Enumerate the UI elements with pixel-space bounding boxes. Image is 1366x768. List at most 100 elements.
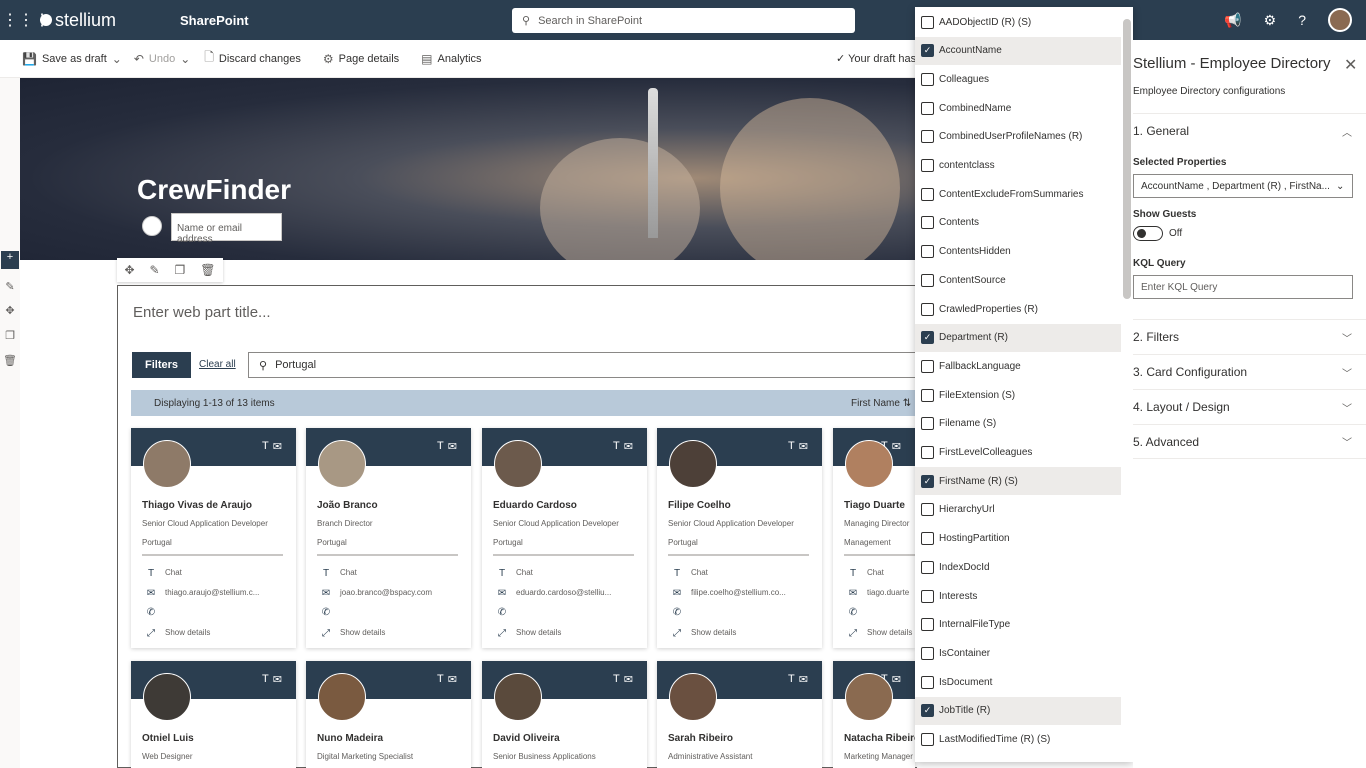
app-launcher-icon[interactable]: ⋮⋮⋮ bbox=[2, 10, 50, 30]
property-option[interactable]: FileExtension (S) bbox=[915, 381, 1121, 409]
employee-card[interactable]: T ✉ Eduardo Cardoso Senior Cloud Applicatio… bbox=[482, 428, 647, 648]
sharepoint-search-box[interactable]: ⚲ Search in SharePoint bbox=[512, 8, 855, 33]
directory-search-input[interactable]: ⚲ Portugal bbox=[248, 352, 918, 378]
phone-link[interactable]: ✆ bbox=[671, 607, 817, 618]
checkbox[interactable] bbox=[921, 560, 934, 574]
teams-icon[interactable]: T bbox=[613, 440, 620, 453]
teams-icon[interactable]: T bbox=[788, 440, 795, 453]
mail-icon[interactable]: ✉ bbox=[448, 673, 457, 686]
section-advanced[interactable]: 5. Advanced ﹀ bbox=[1133, 424, 1366, 459]
property-option[interactable]: IsDocument bbox=[915, 668, 1121, 696]
show-details-link[interactable]: ⤢ Show details bbox=[496, 628, 642, 639]
property-option[interactable]: ContentsHidden bbox=[915, 238, 1121, 266]
checkbox[interactable] bbox=[921, 187, 934, 201]
employee-name[interactable]: João Branco bbox=[317, 500, 378, 511]
property-option[interactable]: CombinedName bbox=[915, 94, 1121, 122]
mail-icon[interactable]: ✉ bbox=[448, 440, 457, 453]
checkbox[interactable] bbox=[921, 216, 934, 230]
delete-icon[interactable]: 🗑 bbox=[200, 263, 215, 277]
property-option[interactable]: ✓ FirstName (R) (S) bbox=[915, 467, 1121, 496]
email-link[interactable]: ✉ filipe.coelho@stellium.co... bbox=[671, 588, 817, 599]
mail-icon[interactable]: ✉ bbox=[892, 440, 901, 453]
app-name[interactable]: SharePoint bbox=[180, 13, 249, 28]
mail-icon[interactable]: ✉ bbox=[624, 673, 633, 686]
teams-icon[interactable]: T bbox=[613, 673, 620, 686]
show-guests-toggle[interactable] bbox=[1133, 226, 1163, 241]
chat-link[interactable]: T Chat bbox=[145, 568, 291, 579]
property-option[interactable]: FirstLevelColleagues bbox=[915, 439, 1121, 467]
author-name-input[interactable]: Name or email address bbox=[171, 213, 282, 245]
chat-link[interactable]: T Chat bbox=[671, 568, 817, 579]
delete-section-icon[interactable]: 🗑 bbox=[1, 354, 19, 372]
checkbox[interactable] bbox=[921, 503, 934, 517]
show-details-link[interactable]: ⤢ Show details bbox=[320, 628, 466, 639]
teams-icon[interactable]: T bbox=[788, 673, 795, 686]
employee-card[interactable]: T✉Tiago DuarteManaging DirectorManagemen… bbox=[833, 428, 985, 648]
add-section-icon[interactable]: + bbox=[1, 251, 19, 269]
property-option[interactable]: ✓ Department (R) bbox=[915, 323, 1121, 352]
property-option[interactable]: CrawledProperties (R) bbox=[915, 295, 1121, 323]
settings-gear-icon[interactable]: ⚙ bbox=[1264, 12, 1277, 29]
user-avatar[interactable] bbox=[1328, 8, 1352, 32]
undo-button[interactable]: ↶ Undo ⌄ bbox=[134, 52, 190, 66]
save-as-draft-button[interactable]: 💾 Save as draft ⌄ bbox=[22, 52, 122, 66]
employee-name[interactable]: Sarah Ribeiro bbox=[668, 733, 733, 744]
checkbox[interactable] bbox=[921, 15, 934, 29]
duplicate-icon[interactable]: ❐ bbox=[175, 263, 186, 277]
section-card-configuration[interactable]: 3. Card Configuration ﹀ bbox=[1133, 354, 1366, 389]
help-icon[interactable]: ? bbox=[1298, 12, 1306, 28]
mail-icon[interactable]: ✉ bbox=[624, 440, 633, 453]
property-option[interactable]: AADObjectID (R) (S) bbox=[915, 8, 1121, 36]
property-option[interactable]: contentclass bbox=[915, 152, 1121, 180]
checkbox[interactable]: ✓ bbox=[921, 331, 934, 345]
property-option[interactable]: HostingPartition bbox=[915, 525, 1121, 553]
property-option[interactable]: IsContainer bbox=[915, 639, 1121, 667]
analytics-button[interactable]: ▤ Analytics bbox=[421, 52, 481, 66]
checkbox[interactable]: ✓ bbox=[921, 44, 934, 58]
teams-icon[interactable]: T bbox=[437, 440, 444, 453]
employee-name[interactable]: Otniel Luis bbox=[142, 733, 194, 744]
filters-button[interactable]: Filters bbox=[132, 352, 191, 378]
employee-card[interactable]: T ✉ David Oliveira Senior Business Applicat… bbox=[482, 661, 647, 768]
clear-all-link[interactable]: Clear all bbox=[199, 359, 236, 370]
close-icon[interactable]: ✕ bbox=[1344, 55, 1357, 75]
checkbox[interactable] bbox=[921, 733, 934, 746]
checkbox[interactable] bbox=[921, 302, 934, 316]
edit-section-icon[interactable]: ✎ bbox=[1, 280, 19, 298]
property-option[interactable]: ✓ JobTitle (R) bbox=[915, 696, 1121, 725]
employee-card[interactable]: T ✉ Nuno Madeira Digital Marketing Speciali… bbox=[306, 661, 471, 768]
employee-name[interactable]: David Oliveira bbox=[493, 733, 560, 744]
employee-card[interactable]: T ✉ Sarah Ribeiro Administrative Assistant bbox=[657, 661, 822, 768]
checkbox[interactable] bbox=[921, 675, 934, 689]
checkbox[interactable] bbox=[921, 618, 934, 632]
property-option[interactable]: InternalFileType bbox=[915, 611, 1121, 639]
employee-card[interactable]: T ✉ Filipe Coelho Senior Cloud Application … bbox=[657, 428, 822, 648]
checkbox[interactable] bbox=[921, 589, 934, 603]
teams-icon[interactable]: T bbox=[437, 673, 444, 686]
selected-properties-dropdown[interactable]: AccountName , Department (R) , FirstNa..… bbox=[1133, 174, 1353, 198]
email-link[interactable]: ✉ thiago.araujo@stellium.c... bbox=[145, 588, 291, 599]
checkbox[interactable] bbox=[921, 273, 934, 287]
kql-query-input[interactable]: Enter KQL Query bbox=[1133, 275, 1353, 299]
show-details-link[interactable]: ⤢ Show details bbox=[145, 628, 291, 639]
property-option[interactable]: IndexDocId bbox=[915, 553, 1121, 581]
checkbox[interactable] bbox=[921, 159, 934, 172]
employee-name[interactable]: Eduardo Cardoso bbox=[493, 500, 577, 511]
property-option[interactable]: Interests bbox=[915, 582, 1121, 610]
checkbox[interactable]: ✓ bbox=[921, 704, 934, 718]
mail-icon[interactable]: ✉ bbox=[892, 673, 901, 686]
employee-name[interactable]: Natacha Ribeiro bbox=[844, 733, 920, 744]
checkbox[interactable] bbox=[921, 388, 934, 402]
property-option[interactable]: ContentExcludeFromSummaries bbox=[915, 180, 1121, 208]
chevron-down-icon[interactable]: ⌄ bbox=[180, 52, 190, 66]
teams-icon[interactable]: T bbox=[262, 440, 269, 453]
employee-name[interactable]: Thiago Vivas de Araujo bbox=[142, 500, 252, 511]
move-section-icon[interactable]: ✥ bbox=[1, 304, 19, 322]
chevron-down-icon[interactable]: ⌄ bbox=[112, 52, 122, 66]
employee-name[interactable]: Filipe Coelho bbox=[668, 500, 731, 511]
checkbox[interactable] bbox=[921, 532, 934, 546]
checkbox[interactable] bbox=[921, 417, 934, 431]
chat-link[interactable]: T Chat bbox=[496, 568, 642, 579]
property-option[interactable]: ContentSource bbox=[915, 266, 1121, 294]
section-filters[interactable]: 2. Filters ﹀ bbox=[1133, 319, 1366, 354]
